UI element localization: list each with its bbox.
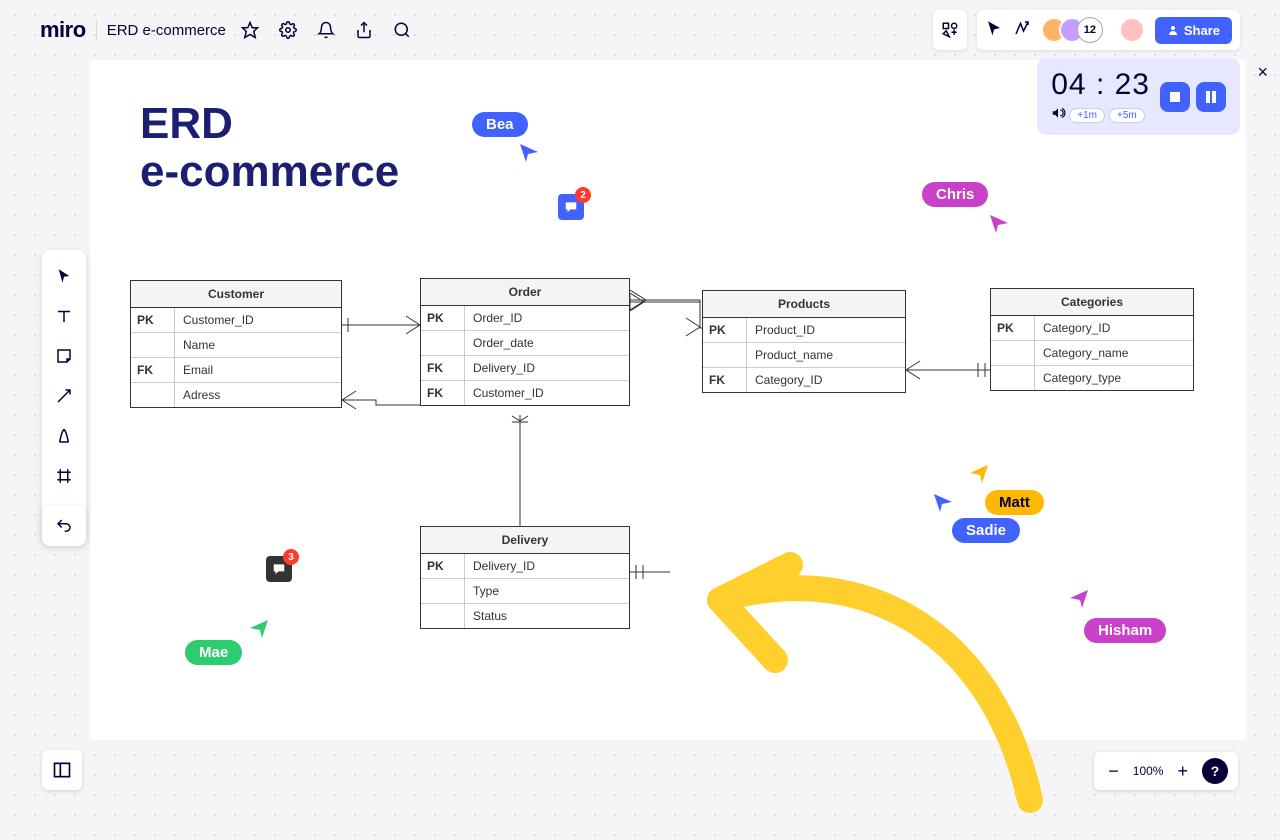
cursor-icon bbox=[970, 465, 990, 485]
cursor-icon bbox=[934, 494, 954, 514]
user-pill-matt: Matt bbox=[985, 490, 1044, 515]
pointer-mode-icon[interactable] bbox=[985, 19, 1003, 42]
user-pill-bea: Bea bbox=[472, 112, 528, 137]
share-label: Share bbox=[1184, 23, 1220, 38]
collaborator-avatars[interactable]: 12 bbox=[1041, 17, 1103, 43]
select-tool[interactable] bbox=[46, 258, 82, 294]
zoom-controls: − 100% + ? bbox=[1094, 752, 1238, 790]
cursor-icon bbox=[250, 620, 270, 640]
timer-time: 04 : 23 bbox=[1051, 68, 1150, 102]
left-toolbar bbox=[42, 250, 86, 542]
user-pill-hisham: Hisham bbox=[1084, 618, 1166, 643]
entity-order[interactable]: Order PKOrder_ID Order_date FKDelivery_I… bbox=[420, 278, 630, 406]
sticky-tool[interactable] bbox=[46, 338, 82, 374]
comment-count: 2 bbox=[575, 187, 591, 203]
page-title: ERDe-commerce bbox=[140, 100, 399, 197]
whiteboard[interactable]: ERDe-commerce Customer PKCustome bbox=[90, 60, 1246, 740]
timer-stop-button[interactable] bbox=[1160, 82, 1190, 112]
zoom-level[interactable]: 100% bbox=[1133, 764, 1164, 778]
add-1m-button[interactable]: +1m bbox=[1069, 108, 1105, 123]
timer-panel: 04 : 23 +1m +5m bbox=[1037, 58, 1240, 135]
user-pill-chris: Chris bbox=[922, 182, 988, 207]
timer-pause-button[interactable] bbox=[1196, 82, 1226, 112]
entity-header: Products bbox=[703, 291, 905, 318]
entity-header: Customer bbox=[131, 281, 341, 308]
help-button[interactable]: ? bbox=[1202, 758, 1228, 784]
avatar-count[interactable]: 12 bbox=[1077, 17, 1103, 43]
zoom-in-button[interactable]: + bbox=[1173, 761, 1192, 782]
cursor-icon bbox=[990, 215, 1010, 235]
frame-tool[interactable] bbox=[46, 458, 82, 494]
entity-header: Delivery bbox=[421, 527, 629, 554]
entity-header: Categories bbox=[991, 289, 1193, 316]
close-timer-icon[interactable]: × bbox=[1257, 62, 1268, 83]
add-5m-button[interactable]: +5m bbox=[1109, 108, 1145, 123]
cursor-icon bbox=[520, 144, 540, 164]
bell-icon[interactable] bbox=[312, 16, 340, 44]
divider bbox=[96, 19, 97, 41]
pen-tool[interactable] bbox=[46, 418, 82, 454]
cursor-icon bbox=[1070, 590, 1090, 610]
text-tool[interactable] bbox=[46, 298, 82, 334]
apps-button[interactable] bbox=[933, 10, 967, 50]
entity-customer[interactable]: Customer PKCustomer_ID Name FKEmail Adre… bbox=[130, 280, 342, 408]
search-icon[interactable] bbox=[388, 16, 416, 44]
share-button[interactable]: Share bbox=[1155, 17, 1232, 44]
entity-delivery[interactable]: Delivery PKDelivery_ID Type Status bbox=[420, 526, 630, 629]
user-pill-mae: Mae bbox=[185, 640, 242, 665]
miro-logo[interactable]: miro bbox=[40, 17, 86, 43]
sound-icon[interactable] bbox=[1051, 106, 1065, 125]
arrow-tool[interactable] bbox=[46, 378, 82, 414]
undo-button[interactable] bbox=[42, 506, 86, 546]
export-icon[interactable] bbox=[350, 16, 378, 44]
entity-header: Order bbox=[421, 279, 629, 306]
comment-count: 3 bbox=[283, 549, 299, 565]
settings-icon[interactable] bbox=[274, 16, 302, 44]
current-user-avatar[interactable] bbox=[1119, 17, 1145, 43]
entity-products[interactable]: Products PKProduct_ID Product_name FKCat… bbox=[702, 290, 906, 393]
collab-cluster: 12 Share bbox=[977, 10, 1240, 50]
reactions-icon[interactable] bbox=[1013, 19, 1031, 42]
topbar: miro ERD e-commerce 12 Share bbox=[40, 10, 1240, 50]
board-name[interactable]: ERD e-commerce bbox=[107, 22, 226, 39]
entity-categories[interactable]: Categories PKCategory_ID Category_name C… bbox=[990, 288, 1194, 391]
star-icon[interactable] bbox=[236, 16, 264, 44]
zoom-out-button[interactable]: − bbox=[1104, 761, 1123, 782]
comment-thread[interactable]: 3 bbox=[266, 556, 292, 582]
hide-panels-button[interactable] bbox=[42, 750, 82, 790]
comment-thread[interactable]: 2 bbox=[558, 194, 584, 220]
drawn-arrow[interactable] bbox=[670, 540, 1050, 820]
